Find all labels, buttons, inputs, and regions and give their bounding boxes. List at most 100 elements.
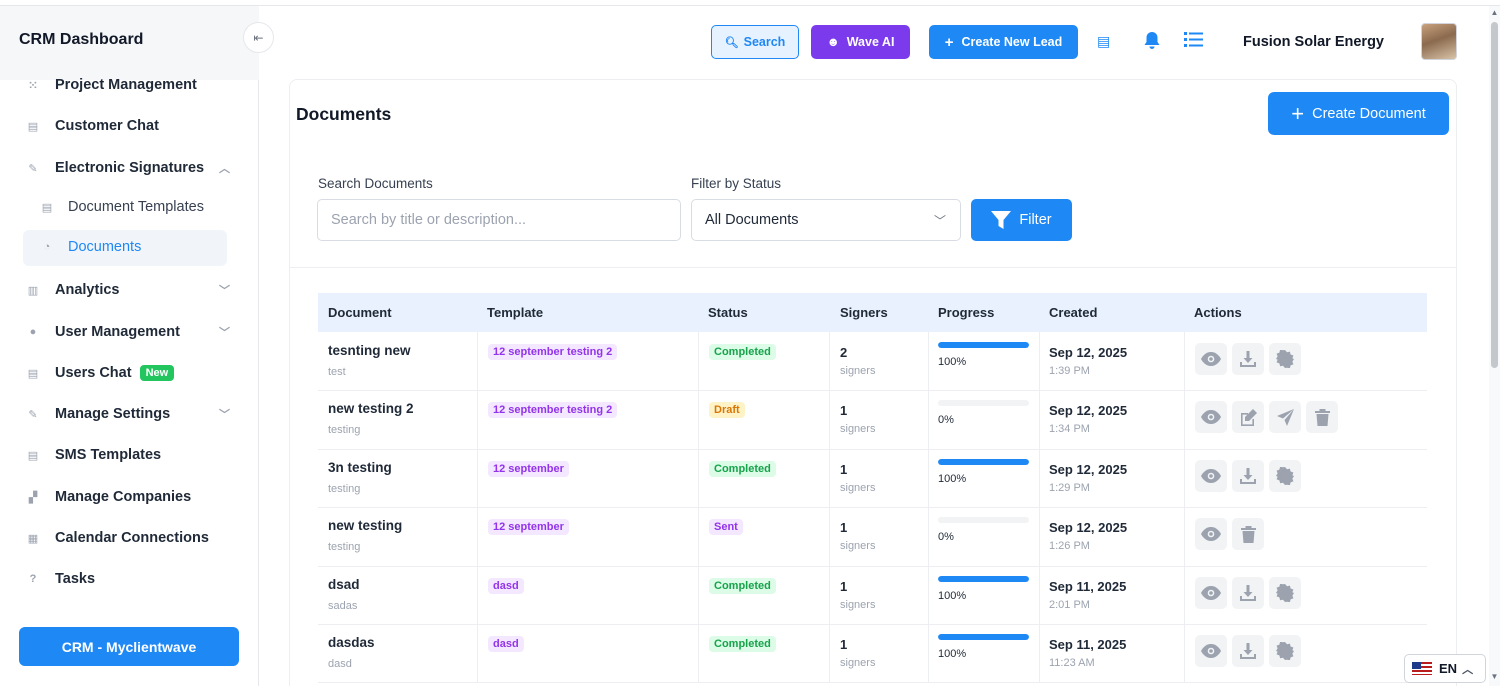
download-action-button[interactable] [1232,459,1264,492]
created-time: 1:39 PM [1049,365,1090,377]
document-description: testing [328,424,361,437]
sidebar-item-customer-chat[interactable]: ▤ Customer Chat [26,111,234,141]
eye-action-button[interactable] [1195,343,1227,375]
sidebar-item-analytics[interactable]: ▥ Analytics ﹀ [26,275,234,305]
wave-ai-button[interactable]: ☻ Wave AI [811,25,910,59]
column-header-created[interactable]: Created [1049,305,1097,320]
pen-icon: ✎ [28,162,38,175]
certificate-action-button[interactable] [1269,635,1301,667]
signer-count: 1 [840,520,848,536]
sidebar-item-sms-templates[interactable]: ▤ SMS Templates [26,440,234,470]
column-divider [1039,448,1040,508]
template-badge: 12 september [488,519,569,536]
download-icon [1240,584,1256,601]
download-action-button[interactable] [1232,343,1264,375]
column-divider [1184,448,1185,508]
sidebar-item-manage-companies[interactable]: ▞ Manage Companies [26,482,234,512]
progress-bar [938,634,1029,640]
wrench-icon: ✎ [28,408,38,421]
column-header-template[interactable]: Template [487,305,543,320]
eye-action-button[interactable] [1195,459,1227,492]
document-icon: ◔ [43,241,51,253]
download-action-button[interactable] [1232,635,1264,667]
column-divider [928,565,929,624]
create-document-label: Create Document [1312,105,1426,122]
document-name[interactable]: tesnting new [328,343,411,358]
sidebar-item-label: Project Management [55,77,197,93]
collapse-left-icon[interactable]: ⇤ [243,22,274,53]
column-header-document[interactable]: Document [328,305,392,320]
sidebar-item-project-management[interactable]: ⁙ Project Management [26,70,234,100]
document-name[interactable]: 3n testing [328,460,392,475]
list-icon[interactable] [1184,31,1203,53]
edit-icon [1240,408,1257,426]
column-divider [928,332,929,391]
column-divider [1039,624,1040,683]
sidebar-item-users-chat[interactable]: ▤ Users Chat New [26,358,234,388]
column-divider [829,507,830,566]
sidebar-item-documents[interactable]: ◔ Documents [40,232,142,262]
sidebar-item-electronic-signatures[interactable]: ✎ Electronic Signatures ︿ [26,153,234,183]
status-badge: Completed [709,460,776,477]
chat-bubble-icon[interactable]: ▤ [1097,33,1110,50]
eye-action-button[interactable] [1195,518,1227,551]
trash-action-button[interactable] [1306,401,1338,434]
column-divider [928,448,929,508]
chart-icon: ▥ [27,284,39,297]
sidebar-item-user-management[interactable]: ● User Management ﹀ [26,317,234,347]
column-divider [698,624,699,683]
certificate-action-button[interactable] [1269,576,1301,609]
eye-action-button[interactable] [1195,576,1227,609]
language-selector[interactable]: EN ︿ [1404,654,1486,683]
status-badge: Completed [709,636,776,652]
bell-icon[interactable] [1143,31,1161,55]
download-action-button[interactable] [1232,576,1264,609]
trash-icon [1240,525,1256,543]
scrollbar-thumb[interactable] [1491,22,1498,368]
sidebar-item-manage-settings[interactable]: ✎ Manage Settings ﹀ [26,399,234,429]
sidebar-item-document-templates[interactable]: ▤ Document Templates [40,192,204,222]
column-divider [1039,507,1040,566]
create-document-button[interactable]: + Create Document [1268,92,1449,135]
progress-text: 100% [938,648,967,660]
signer-label: signers [840,598,876,611]
document-name[interactable]: new testing 2 [328,401,414,416]
sidebar-item-label: Document Templates [68,199,204,215]
eye-action-button[interactable] [1195,401,1227,434]
status-badge: Draft [709,402,745,419]
send-action-button[interactable] [1269,401,1301,434]
create-new-lead-button[interactable]: + Create New Lead [929,25,1078,59]
document-name[interactable]: dasdas [328,635,375,650]
crm-myclientwave-button[interactable]: CRM - Myclientwave [19,627,239,666]
sidebar-item-label: Manage Settings [55,406,171,422]
column-header-status[interactable]: Status [708,305,748,320]
eye-action-button[interactable] [1195,635,1227,667]
signer-count: 1 [840,461,848,477]
avatar[interactable] [1421,23,1457,60]
brand-title: CRM Dashboard [19,31,144,48]
column-header-progress[interactable]: Progress [938,305,994,320]
scroll-up-arrow[interactable]: ▲ [1489,8,1500,17]
status-filter-select[interactable]: All Documents ﹀ [691,199,961,241]
search-button[interactable]: 🔍︎ Search [711,25,799,59]
sidebar-item-calendar-connections[interactable]: ▦ Calendar Connections [26,523,234,553]
column-divider [829,448,830,508]
search-documents-input[interactable] [317,199,681,241]
scroll-down-arrow[interactable]: ▼ [1489,672,1500,681]
document-description: sadas [328,599,358,612]
certificate-action-button[interactable] [1269,459,1301,492]
created-date: Sep 12, 2025 [1049,520,1128,536]
column-divider [477,565,478,624]
column-header-signers[interactable]: Signers [840,305,888,320]
column-divider [829,390,830,449]
document-name[interactable]: new testing [328,518,402,533]
sidebar-item-tasks[interactable]: ? Tasks [26,564,234,594]
edit-action-button[interactable] [1232,401,1264,434]
building-icon: ▞ [28,491,38,504]
certificate-action-button[interactable] [1269,343,1301,375]
document-name[interactable]: dsad [328,577,360,592]
filter-button[interactable]: Filter [971,199,1072,241]
certificate-icon [1276,350,1294,368]
chevron-down-icon: ﹀ [219,327,230,339]
trash-action-button[interactable] [1232,518,1264,551]
